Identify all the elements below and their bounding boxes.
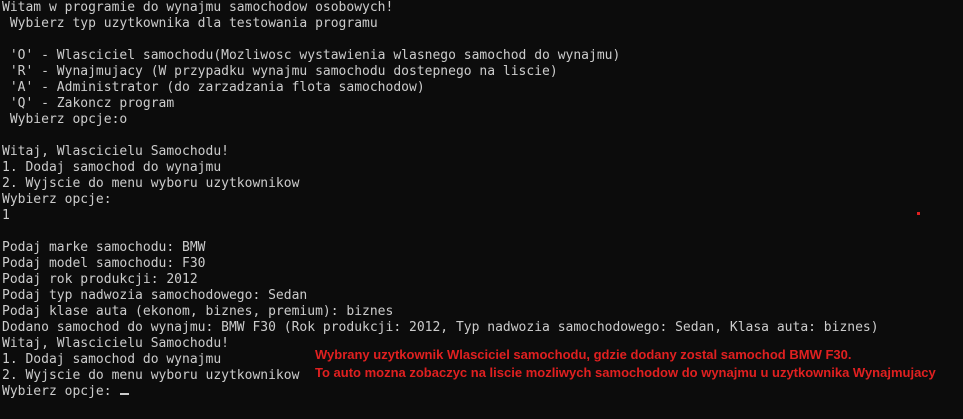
choose-option-prompt-line: Wybierz opcje: — [2, 192, 112, 207]
choose-user-type-line: Wybierz typ uzytkownika dla testowania p… — [2, 16, 378, 31]
car-year-line: Podaj rok produkcji: 2012 — [2, 272, 198, 287]
choose-option-input-line: Wybierz opcje:o — [2, 112, 128, 127]
choose-option-active-prompt[interactable]: Wybierz opcje: — [2, 384, 130, 400]
option-admin-line: 'A' - Administrator (do zarzadzania flot… — [2, 80, 425, 95]
car-body-type-line: Podaj typ nadwozia samochodowego: Sedan — [2, 288, 308, 303]
owner-greeting-line: Witaj, Wlascicielu Samochodu! — [2, 336, 229, 351]
text-cursor — [120, 393, 130, 395]
owner-greeting-line: Witaj, Wlascicielu Samochodu! — [2, 144, 229, 159]
console-window[interactable]: Witam w programie do wynajmu samochodow … — [0, 0, 963, 419]
menu-exit-line: 2. Wyjscie do menu wyboru uzytkownikow — [2, 176, 300, 191]
menu-add-car-line: 1. Dodaj samochod do wynajmu — [2, 160, 222, 175]
option-renter-line: 'R' - Wynajmujacy (W przypadku wynajmu s… — [2, 64, 558, 79]
car-class-line: Podaj klase auta (ekonom, biznes, premiu… — [2, 304, 394, 319]
car-added-confirmation-line: Dodano samochod do wynajmu: BMW F30 (Rok… — [2, 320, 879, 335]
annotation-line-1: Wybrany uzytkownik Wlasciciel samochodu,… — [315, 347, 852, 362]
annotation-line-2: To auto mozna zobaczyc na liscie mozliwy… — [315, 365, 936, 380]
red-dot-mark — [917, 212, 920, 215]
menu-add-car-line: 1. Dodaj samochod do wynajmu — [2, 352, 222, 367]
car-model-line: Podaj model samochodu: F30 — [2, 256, 206, 271]
option-owner-line: 'O' - Wlasciciel samochodu(Mozliwosc wys… — [2, 48, 621, 63]
prompt-text: Wybierz opcje: — [2, 384, 120, 399]
menu-exit-line: 2. Wyjscie do menu wyboru uzytkownikow — [2, 368, 300, 383]
option-quit-line: 'Q' - Zakoncz program — [2, 96, 175, 111]
option-input-line: 1 — [2, 208, 10, 223]
welcome-line: Witam w programie do wynajmu samochodow … — [2, 0, 394, 15]
car-brand-line: Podaj marke samochodu: BMW — [2, 240, 206, 255]
